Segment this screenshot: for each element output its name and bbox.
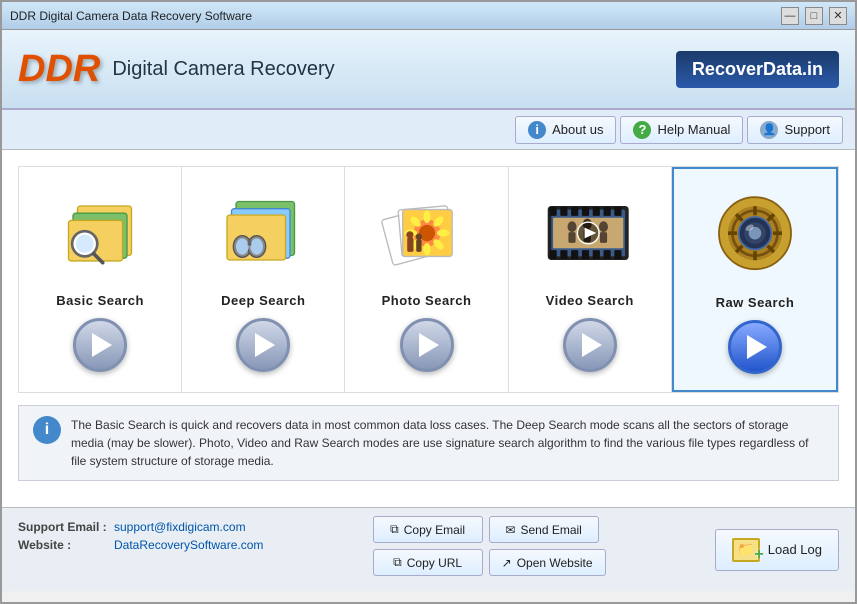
person-icon: 👤 [760,121,778,139]
basic-search-label: Basic Search [56,293,144,308]
maximize-button[interactable]: □ [805,7,823,25]
photo-search-item[interactable]: Photo Search [345,167,508,392]
app-title: Digital Camera Recovery [112,58,334,81]
support-email-link[interactable]: support@fixdigicam.com [114,520,246,534]
photo-search-icon-area [372,183,482,283]
video-search-item[interactable]: Video Search [509,167,672,392]
support-email-label: Support Email : [18,520,108,534]
help-manual-button[interactable]: ? Help Manual [620,116,743,144]
main-content: Basic Search [2,150,855,507]
basic-search-icon [50,188,150,278]
send-icon: ✉ [505,523,515,537]
basic-search-item[interactable]: Basic Search [19,167,182,392]
minimize-button[interactable]: — [781,7,799,25]
open-website-button[interactable]: ↗ Open Website [489,549,606,576]
titlebar-controls: — □ ✕ [781,7,847,25]
send-email-label: Send Email [520,523,581,537]
deep-search-icon [213,188,313,278]
raw-search-item[interactable]: Raw Search [672,167,838,392]
about-us-label: About us [552,122,603,137]
deep-search-item[interactable]: Deep Search [182,167,345,392]
nav-bar: i About us ? Help Manual 👤 Support [2,110,855,150]
raw-search-label: Raw Search [716,295,795,310]
help-manual-label: Help Manual [657,122,730,137]
footer-buttons: ⧉ Copy Email ✉ Send Email ⧉ Copy URL ↗ O… [373,516,606,576]
copy-icon: ⧉ [390,522,399,537]
info-bar: i The Basic Search is quick and recovers… [18,405,839,481]
basic-search-play-button[interactable] [73,318,127,372]
photo-search-play-button[interactable] [400,318,454,372]
play-triangle-icon [92,333,112,357]
play-triangle-icon [419,333,439,357]
titlebar-title: DDR Digital Camera Data Recovery Softwar… [10,9,252,23]
photo-search-icon [377,188,477,278]
video-search-icon [540,188,640,278]
copy-email-button[interactable]: ⧉ Copy Email [373,516,483,543]
deep-search-icon-area [208,183,318,283]
load-log-button[interactable]: 📁 + Load Log [715,529,839,571]
open-website-label: Open Website [517,556,593,570]
search-grid: Basic Search [18,166,839,393]
raw-search-play-button[interactable] [728,320,782,374]
footer: Support Email : support@fixdigicam.com W… [2,507,855,591]
email-btn-row: ⧉ Copy Email ✉ Send Email [373,516,606,543]
raw-search-icon [705,190,805,280]
raw-search-icon-area [700,185,810,285]
support-label: Support [784,122,830,137]
video-search-label: Video Search [546,293,634,308]
send-email-button[interactable]: ✉ Send Email [489,516,599,543]
photo-search-label: Photo Search [382,293,472,308]
header: DDR Digital Camera Recovery RecoverData.… [2,30,855,110]
deep-search-play-button[interactable] [236,318,290,372]
play-triangle-icon [747,335,767,359]
url-btn-row: ⧉ Copy URL ↗ Open Website [373,549,606,576]
close-button[interactable]: ✕ [829,7,847,25]
copy-url-button[interactable]: ⧉ Copy URL [373,549,483,576]
titlebar: DDR Digital Camera Data Recovery Softwar… [2,2,855,30]
website-row: Website : DataRecoverySoftware.com [18,538,263,552]
logo-area: DDR Digital Camera Recovery [18,48,676,91]
plus-icon: + [754,546,763,564]
footer-contact-info: Support Email : support@fixdigicam.com W… [18,516,263,552]
website-link[interactable]: DataRecoverySoftware.com [114,538,263,552]
info-icon: i [33,416,61,444]
load-log-label: Load Log [768,542,822,557]
open-web-icon: ↗ [502,556,512,570]
website-label: Website : [18,538,108,552]
copy-url-icon: ⧉ [393,555,402,570]
info-icon: i [528,121,546,139]
play-triangle-icon [255,333,275,357]
question-icon: ? [633,121,651,139]
deep-search-label: Deep Search [221,293,305,308]
load-log-icon: 📁 + [732,538,760,562]
play-triangle-icon [582,333,602,357]
copy-email-label: Copy Email [404,523,465,537]
video-search-play-button[interactable] [563,318,617,372]
video-search-icon-area [535,183,645,283]
support-email-row: Support Email : support@fixdigicam.com [18,520,263,534]
support-button[interactable]: 👤 Support [747,116,843,144]
basic-search-icon-area [45,183,155,283]
brand-badge: RecoverData.in [676,51,839,88]
ddr-logo: DDR [18,48,100,91]
info-text: The Basic Search is quick and recovers d… [71,416,824,470]
about-us-button[interactable]: i About us [515,116,616,144]
copy-url-label: Copy URL [407,556,462,570]
